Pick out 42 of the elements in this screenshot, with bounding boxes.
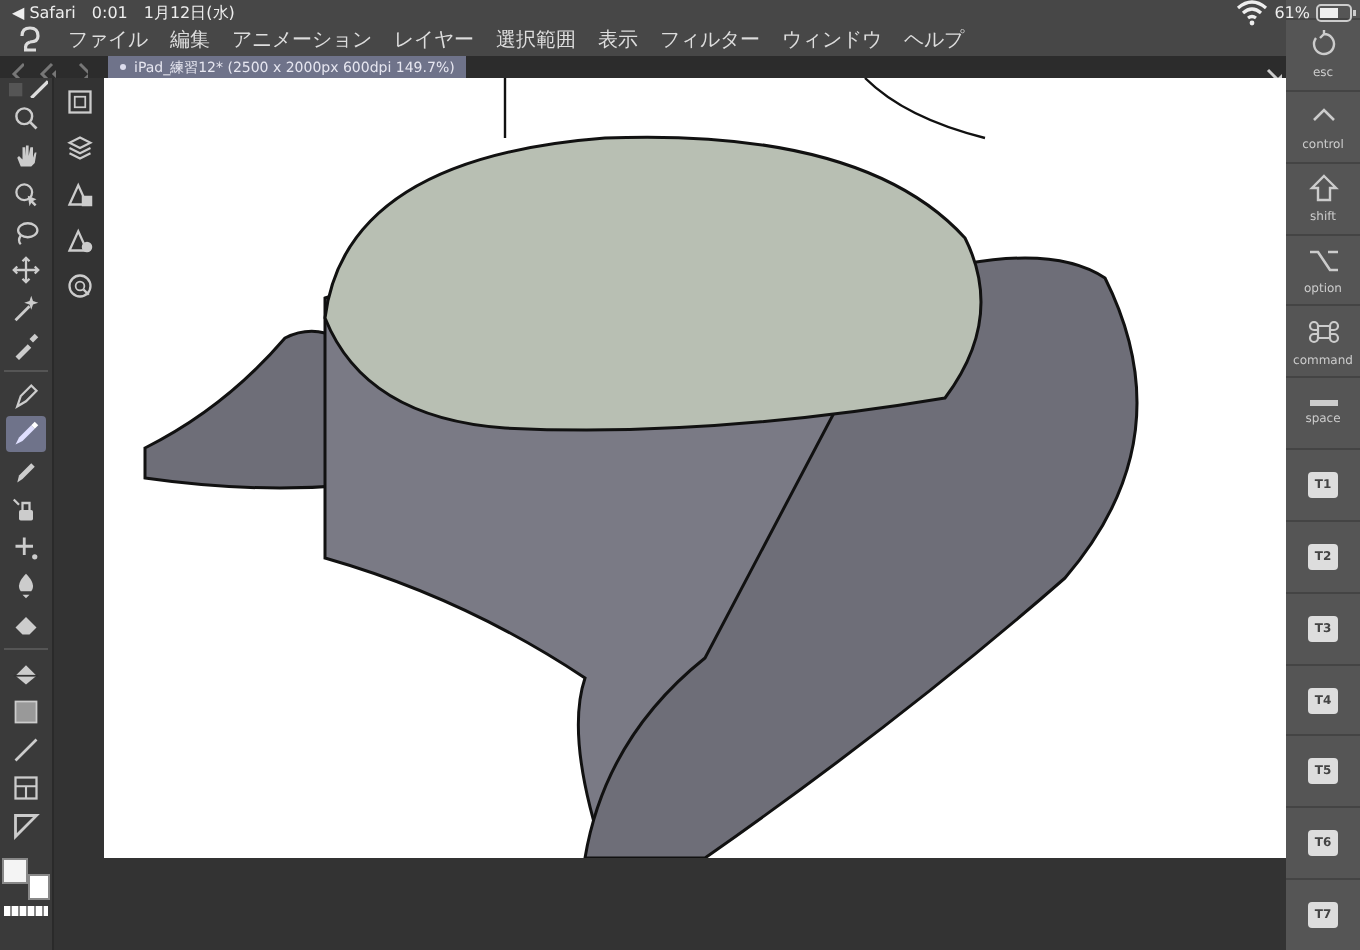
- battery-percent: 61%: [1274, 3, 1310, 21]
- command-key-icon: [1307, 315, 1339, 348]
- sub-color-swatch[interactable]: [28, 874, 50, 900]
- magic-wand-icon: [12, 294, 40, 322]
- menu-item[interactable]: 選択範囲: [496, 26, 576, 54]
- small-square-icon: [4, 78, 24, 98]
- navigator-icon: [65, 88, 93, 116]
- layer-property-icon: [65, 180, 93, 208]
- shift-arrow-icon: [1307, 172, 1339, 205]
- brush-icon: [12, 420, 40, 448]
- menu-item[interactable]: ウィンドウ: [782, 26, 882, 54]
- undo-arrow-icon: [1307, 28, 1339, 61]
- sparkle-icon: [12, 534, 40, 562]
- eyedropper-icon: [12, 332, 40, 360]
- battery-icon: [1316, 1, 1358, 23]
- layers-icon: [65, 134, 93, 162]
- ruler-triangle-icon: [12, 812, 40, 840]
- pen-nib-icon: [12, 382, 40, 410]
- lasso-icon: [12, 218, 40, 246]
- menu-item[interactable]: ヘルプ: [904, 26, 964, 54]
- back-to-app-link[interactable]: ◀ Safari: [12, 3, 76, 21]
- move-arrows-icon: [12, 256, 40, 284]
- transparent-color-swatch[interactable]: [4, 906, 48, 916]
- hand-icon: [12, 142, 40, 170]
- space-bar-icon: [1309, 400, 1337, 407]
- pencil-icon: [12, 458, 40, 486]
- menu-item[interactable]: 表示: [598, 26, 638, 54]
- tool-button[interactable]: [6, 416, 46, 452]
- wifi-icon: [1236, 0, 1269, 28]
- line-icon: [12, 736, 40, 764]
- menu-item[interactable]: フィルター: [660, 26, 760, 54]
- menu-item[interactable]: アニメーション: [232, 26, 372, 54]
- clock-time: 0:01: [91, 3, 128, 21]
- status-date: 1月12日(水): [143, 1, 235, 23]
- main-color-swatch[interactable]: [2, 858, 28, 884]
- menu-item[interactable]: 編集: [170, 26, 210, 54]
- menu-item[interactable]: レイヤー: [394, 26, 474, 54]
- menu-item[interactable]: ファイル: [68, 26, 148, 54]
- app-logo-icon: [14, 24, 46, 56]
- frame-icon: [12, 774, 40, 802]
- chevron-double-left-icon: [36, 57, 56, 77]
- zoom-icon: [12, 104, 40, 132]
